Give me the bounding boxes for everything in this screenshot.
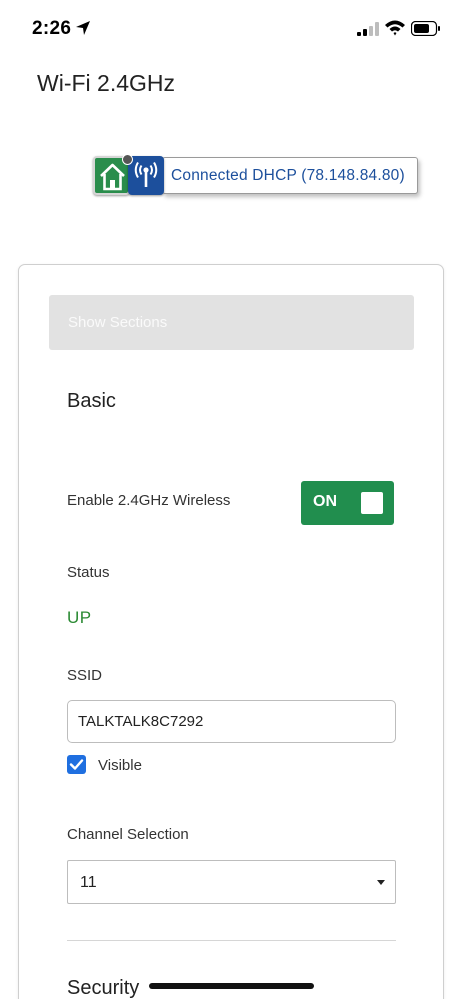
- ssid-input[interactable]: TALKTALK8C7292: [67, 700, 396, 743]
- enable-wireless-toggle[interactable]: ON: [301, 481, 394, 525]
- section-title-basic: Basic: [67, 390, 116, 412]
- visible-label[interactable]: Visible: [98, 757, 142, 774]
- visible-checkbox[interactable]: [67, 755, 86, 774]
- page-title: Wi-Fi 2.4GHz: [37, 70, 175, 96]
- cellular-signal-icon: [357, 22, 379, 36]
- chevron-down-icon: [377, 880, 385, 885]
- divider: [67, 940, 396, 941]
- home-icon: [100, 163, 125, 191]
- checkmark-icon: [122, 154, 133, 165]
- section-title-security: Security: [67, 977, 140, 999]
- connection-button[interactable]: [122, 154, 164, 195]
- location-arrow-icon: [76, 21, 90, 35]
- channel-selection-label: Channel Selection: [67, 826, 189, 843]
- status-bar: 2:26: [0, 0, 462, 58]
- checkmark-icon: [69, 759, 84, 770]
- antenna-icon: [134, 161, 158, 187]
- channel-select-value: 11: [80, 874, 97, 891]
- show-sections-button[interactable]: Show Sections: [49, 295, 414, 350]
- wifi-icon: [385, 20, 405, 36]
- status-time: 2:26: [32, 18, 72, 39]
- enable-wireless-label: Enable 2.4GHz Wireless: [67, 492, 231, 509]
- status-label: Status: [67, 564, 110, 581]
- toggle-knob: [361, 492, 383, 514]
- battery-icon: [411, 21, 440, 36]
- home-indicator[interactable]: [149, 983, 314, 989]
- toggle-state-label: ON: [313, 493, 337, 510]
- status-value: UP: [67, 608, 92, 627]
- connection-banner[interactable]: Connected DHCP (78.148.84.80): [93, 154, 418, 195]
- ssid-label: SSID: [67, 667, 103, 684]
- settings-card: Show Sections Basic Enable 2.4GHz Wirele…: [18, 264, 444, 999]
- channel-select[interactable]: 11: [67, 860, 396, 904]
- connection-status-text[interactable]: Connected DHCP (78.148.84.80): [162, 157, 418, 194]
